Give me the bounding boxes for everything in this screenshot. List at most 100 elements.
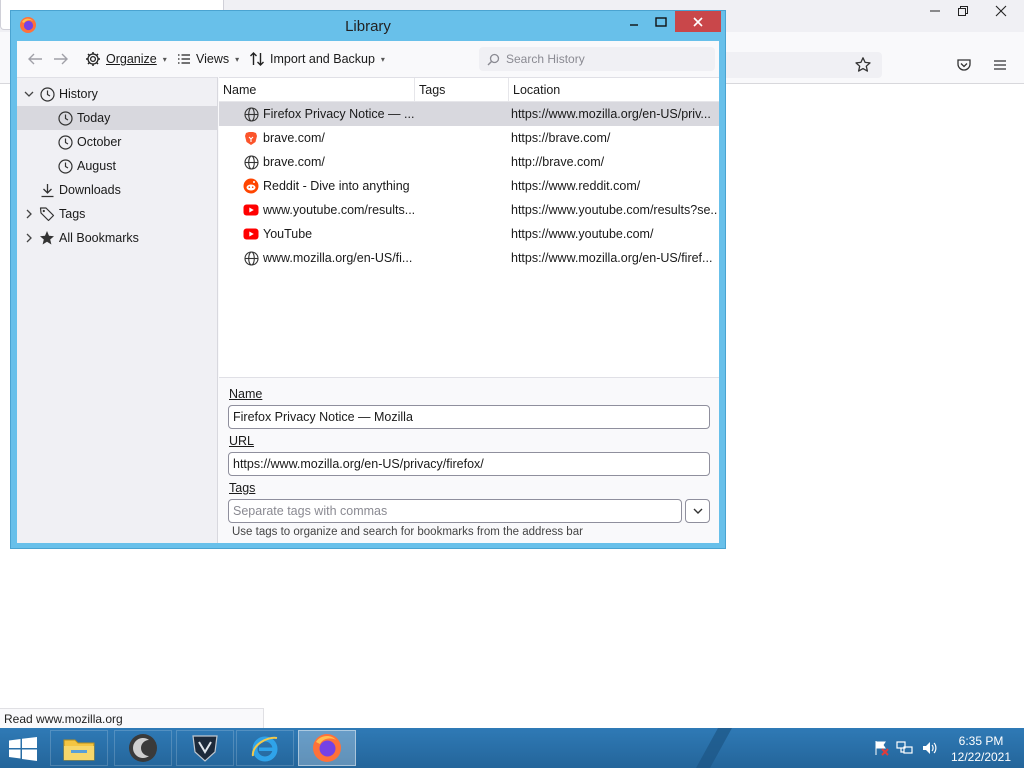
search-icon [487, 53, 500, 65]
library-titlebar[interactable]: Library [11, 11, 725, 41]
clock-icon [57, 134, 73, 150]
tree-item-label: Tags [59, 207, 86, 221]
import-backup-button[interactable]: Import and Backup ▾ [249, 49, 385, 69]
views-label: Views [196, 52, 230, 66]
library-maximize-button[interactable] [647, 11, 675, 32]
tree-item-label: Today [77, 111, 111, 125]
tree-item-today[interactable]: Today [17, 106, 217, 130]
tree-item-tags[interactable]: Tags [17, 202, 217, 226]
library-sidebar-tree: History Today October August Downloads T… [17, 77, 218, 543]
maximize-icon [655, 16, 667, 27]
tree-item-all-bookmarks[interactable]: All Bookmarks [17, 226, 217, 250]
firefox-logo-icon [313, 734, 341, 762]
name-label: Name [229, 387, 263, 401]
table-row[interactable]: www.youtube.com/results... https://www.y… [219, 198, 719, 222]
taskbar-file-explorer[interactable] [50, 730, 108, 766]
folder-icon [63, 739, 95, 761]
search-history-input[interactable] [506, 52, 706, 66]
list-view-icon [178, 54, 190, 64]
chevron-down-icon[interactable] [23, 90, 35, 98]
organize-button[interactable]: Organize ▾ [85, 49, 167, 69]
taskbar-clock[interactable]: 6:35 PM 12/22/2021 [946, 733, 1016, 765]
windows-start-icon[interactable] [8, 737, 38, 761]
library-minimize-button[interactable] [623, 11, 645, 32]
clock-icon [57, 110, 73, 126]
row-name: YouTube [263, 227, 313, 241]
arrow-left-icon [28, 53, 42, 65]
bookmark-star-button[interactable] [851, 54, 875, 76]
taskbar-decoration [696, 728, 732, 768]
url-label: URL [229, 434, 255, 448]
row-location: https://www.youtube.com/results?se... [511, 203, 717, 217]
star-icon [855, 57, 871, 72]
tag-icon [39, 206, 55, 222]
tree-item-downloads[interactable]: Downloads [17, 178, 217, 202]
url-field[interactable] [228, 452, 710, 476]
pocket-button[interactable] [952, 54, 976, 76]
back-button[interactable] [25, 49, 45, 69]
import-backup-label: Import and Backup [270, 52, 375, 66]
column-header-name[interactable]: Name [219, 78, 415, 102]
tags-field[interactable] [228, 499, 682, 523]
chevron-right-icon[interactable] [23, 233, 35, 243]
tree-item-october[interactable]: October [17, 130, 217, 154]
organize-label: Organize [106, 52, 157, 66]
star-filled-icon [39, 230, 55, 246]
forward-button[interactable] [51, 49, 71, 69]
library-content: Organize ▾ Views ▾ Import and Backup ▾ S… [17, 41, 719, 543]
taskbar-app-shield[interactable] [176, 730, 234, 766]
row-location: https://www.reddit.com/ [511, 179, 641, 193]
table-row[interactable]: www.mozilla.org/en-US/fi... https://www.… [219, 246, 719, 270]
minimize-icon [930, 10, 940, 12]
taskbar: 6:35 PM 12/22/2021 [0, 728, 1024, 768]
table-row[interactable]: Firefox Privacy Notice — ... https://www… [219, 102, 719, 126]
row-location: http://brave.com/ [511, 155, 605, 169]
app-menu-button[interactable] [988, 54, 1012, 76]
history-table: Name Tags Location Firefox Privacy Notic… [219, 77, 719, 377]
action-center-flag-icon[interactable] [872, 740, 890, 756]
shield-app-icon [192, 735, 218, 762]
row-location: https://www.mozilla.org/en-US/firef... [511, 251, 713, 265]
library-window: Library Organize ▾ Views ▾ Import and Ba… [10, 10, 726, 549]
tree-item-label: Downloads [59, 183, 121, 197]
table-row[interactable]: Reddit - Dive into anything https://www.… [219, 174, 719, 198]
taskbar-app-c[interactable] [114, 730, 172, 766]
library-close-button[interactable] [675, 11, 721, 32]
table-row[interactable]: YouTube https://www.youtube.com/ [219, 222, 719, 246]
search-history-box[interactable] [479, 47, 715, 71]
close-icon [995, 5, 1007, 17]
sort-arrows-icon [250, 52, 264, 66]
hamburger-menu-icon [994, 60, 1006, 70]
views-button[interactable]: Views ▾ [177, 49, 239, 69]
column-header-location[interactable]: Location [509, 78, 719, 102]
tree-item-label: History [59, 87, 98, 101]
tags-dropdown-button[interactable] [685, 499, 710, 523]
row-name: brave.com/ [263, 131, 325, 145]
browser-close-button[interactable] [984, 0, 1018, 22]
column-header-tags[interactable]: Tags [415, 78, 509, 102]
tree-item-label: All Bookmarks [59, 231, 139, 245]
tree-item-history[interactable]: History [17, 82, 217, 106]
browser-restore-button[interactable] [946, 0, 980, 22]
close-icon [693, 16, 703, 27]
chevron-down-icon [693, 508, 702, 514]
network-icon[interactable] [896, 740, 914, 756]
reddit-icon [243, 178, 259, 194]
clock-icon [57, 158, 73, 174]
tree-item-august[interactable]: August [17, 154, 217, 178]
table-row[interactable]: brave.com/ https://brave.com/ [219, 126, 719, 150]
volume-icon[interactable] [920, 740, 938, 756]
row-name: Reddit - Dive into anything [263, 179, 410, 193]
table-row[interactable]: brave.com/ http://brave.com/ [219, 150, 719, 174]
taskbar-internet-explorer[interactable] [236, 730, 294, 766]
row-name: www.mozilla.org/en-US/fi... [263, 251, 413, 265]
taskbar-firefox[interactable] [298, 730, 356, 766]
globe-icon [243, 154, 259, 170]
chevron-right-icon[interactable] [23, 209, 35, 219]
clock-icon [39, 86, 55, 102]
chevron-down-icon: ▾ [235, 54, 240, 64]
library-toolbar: Organize ▾ Views ▾ Import and Backup ▾ [17, 41, 719, 77]
tags-hint: Use tags to organize and search for book… [232, 526, 583, 538]
youtube-icon [243, 226, 259, 242]
name-field[interactable] [228, 405, 710, 429]
